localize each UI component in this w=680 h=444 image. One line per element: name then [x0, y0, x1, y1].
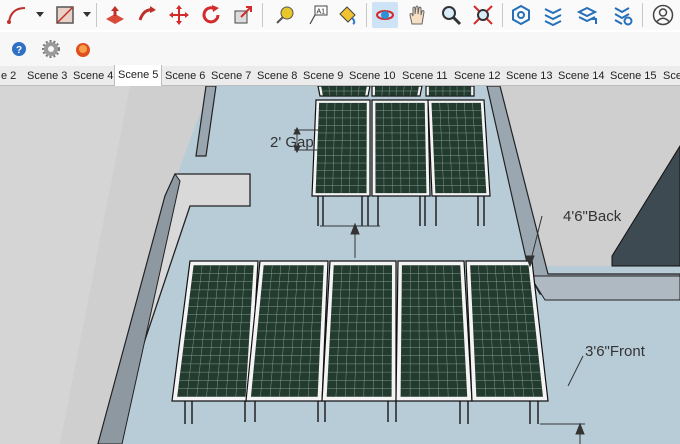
main-toolbar: A1	[0, 0, 680, 30]
zoom-tool[interactable]	[438, 2, 464, 28]
back-height-label: 4'6"Back	[563, 208, 622, 225]
zoom-extents-icon	[473, 5, 493, 25]
toolbar-divider	[96, 3, 97, 27]
paint-bucket-icon	[339, 6, 356, 25]
front-height-label: 3'6"Front	[585, 343, 646, 360]
arc-tool[interactable]	[4, 2, 30, 28]
warehouse-icon	[512, 4, 530, 26]
svg-text:?: ?	[16, 45, 22, 56]
extension-manager-tool[interactable]	[610, 2, 636, 28]
paint-bucket-tool[interactable]	[334, 2, 360, 28]
extension-warehouse-icon	[544, 8, 562, 26]
text-icon: A1	[309, 5, 328, 25]
move-icon	[169, 5, 189, 25]
account-button[interactable]	[650, 2, 676, 28]
scene-tab[interactable]: Scene 8	[254, 66, 300, 86]
scene-tab[interactable]: Scene 5	[114, 65, 163, 86]
extension-warehouse-tool[interactable]	[540, 2, 566, 28]
chevron-down-icon[interactable]	[83, 10, 91, 18]
scene-tab[interactable]: Scene 12	[451, 66, 503, 86]
text-tool[interactable]: A1	[304, 2, 330, 28]
tape-measure-tool[interactable]	[272, 2, 298, 28]
tape-measure-icon	[276, 6, 294, 24]
warehouse-tool[interactable]	[508, 2, 534, 28]
front-panel-row	[171, 260, 549, 402]
svg-text:A1: A1	[317, 9, 326, 16]
scene-tabs: e 2 Scene 3 Scene 4 Scene 5 Scene 6 Scene 7 Sc…	[0, 65, 680, 86]
follow-me-tool[interactable]	[134, 2, 160, 28]
pan-icon	[409, 5, 425, 25]
rectangle-icon	[56, 6, 74, 24]
push-pull-icon	[106, 6, 124, 24]
rear-panel-row	[311, 86, 491, 197]
right-ledge	[529, 275, 680, 301]
scene-tab[interactable]: e 2	[0, 66, 19, 86]
zoom-icon	[442, 6, 462, 26]
scene-tab[interactable]: Scene 15	[607, 66, 659, 86]
model-viewport[interactable]: 2' Gap 4'6"Back 3'6"Front	[0, 86, 680, 444]
toolbar-divider	[502, 3, 503, 27]
gap-label: 2' Gap	[270, 134, 314, 151]
push-pull-tool[interactable]	[102, 2, 128, 28]
model-scene: 2' Gap 4'6"Back 3'6"Front	[0, 86, 680, 444]
share-model-tool[interactable]	[574, 2, 600, 28]
follow-me-icon	[138, 6, 156, 21]
toolbar-divider	[262, 3, 263, 27]
scene-tab[interactable]: Scene 10	[346, 66, 398, 86]
chevron-down-icon[interactable]	[36, 10, 44, 18]
move-tool[interactable]	[166, 2, 192, 28]
settings-button[interactable]	[38, 36, 64, 62]
rotate-tool[interactable]	[198, 2, 224, 28]
scene-tab[interactable]: Scene 4	[70, 66, 116, 86]
toolbar-divider	[642, 3, 643, 27]
scale-tool[interactable]	[230, 2, 256, 28]
rotate-icon	[202, 5, 220, 24]
share-model-icon	[576, 6, 598, 24]
zoom-extents-tool[interactable]	[470, 2, 496, 28]
scene-tab[interactable]: Sce	[660, 66, 680, 86]
ruby-icon	[76, 43, 90, 57]
toolbar-divider	[366, 3, 367, 27]
scene-tab[interactable]: Scene 14	[555, 66, 607, 86]
orbit-icon	[376, 10, 394, 20]
secondary-toolbar: ?	[0, 32, 680, 66]
arc-icon	[7, 7, 26, 24]
help-button[interactable]: ?	[6, 36, 32, 62]
scene-tab[interactable]: Scene 7	[208, 66, 254, 86]
scene-tab[interactable]: Scene 6	[162, 66, 208, 86]
scene-tab[interactable]: Scene 11	[399, 66, 451, 86]
shape-tool[interactable]	[52, 2, 78, 28]
scene-tab[interactable]: Scene 3	[24, 66, 70, 86]
gear-icon	[42, 40, 60, 58]
scene-tab[interactable]: Scene 9	[300, 66, 346, 86]
help-icon: ?	[12, 42, 26, 56]
account-icon	[652, 4, 674, 26]
scale-icon	[234, 6, 252, 24]
extension-manager-icon	[614, 7, 633, 26]
orbit-tool[interactable]	[372, 2, 398, 28]
scene-tab[interactable]: Scene 13	[503, 66, 555, 86]
pan-tool[interactable]	[404, 2, 430, 28]
ruby-console-button[interactable]	[70, 36, 96, 62]
